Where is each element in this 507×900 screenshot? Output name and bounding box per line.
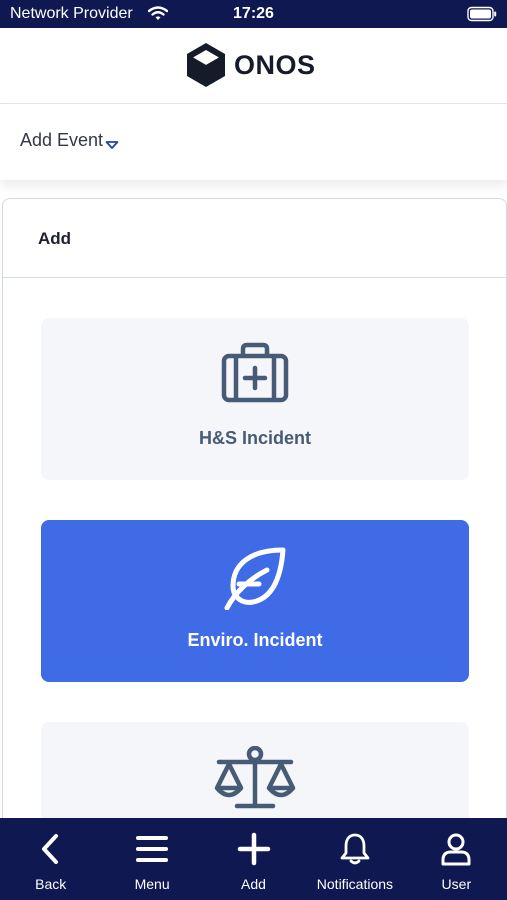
nav-add-label: Add [241,876,266,892]
nav-add[interactable]: Add [203,818,304,900]
battery-icon [467,6,497,22]
nav-user[interactable]: User [406,818,507,900]
nav-back[interactable]: Back [0,818,101,900]
first-aid-kit-icon [221,342,289,403]
scales-icon [214,746,296,809]
hs-incident-tile[interactable]: H&S Incident [41,318,469,480]
onos-logo: ONOS [186,42,316,88]
add-card: Add H&S Incident Enviro. Incident [2,198,507,838]
plus-icon [237,832,270,866]
enviro-incident-label: Enviro. Incident [187,630,323,650]
status-bar: Network Provider 17:26 [0,0,507,28]
event-bar: Add Event [0,104,507,180]
leaf-icon [224,547,286,610]
add-card-header: Add [3,199,506,278]
logo-hexagon-icon [187,43,225,87]
enviro-incident-tile[interactable]: Enviro. Incident [41,520,469,682]
hs-incident-label: H&S Incident [198,428,311,448]
nav-back-label: Back [35,876,67,892]
nav-notifications-label: Notifications [316,876,394,892]
user-icon [441,833,471,866]
nav-menu-label: Menu [134,876,170,892]
add-event-dropdown[interactable]: Add Event [20,130,119,151]
nav-notifications[interactable]: Notifications [304,818,405,900]
nav-user-label: User [441,876,472,892]
bottom-nav: Back Menu Add Notifications User [0,818,507,900]
app-header: ONOS [0,28,507,104]
logo-text: ONOS [234,49,316,80]
add-card-title: Add [38,229,72,248]
menu-icon [136,836,169,862]
bell-icon [340,833,370,865]
back-arrow-icon [41,834,58,864]
add-event-label: Add Event [20,130,104,150]
status-time: 17:26 [233,5,274,22]
chevron-down-icon [105,141,119,149]
nav-menu[interactable]: Menu [101,818,202,900]
